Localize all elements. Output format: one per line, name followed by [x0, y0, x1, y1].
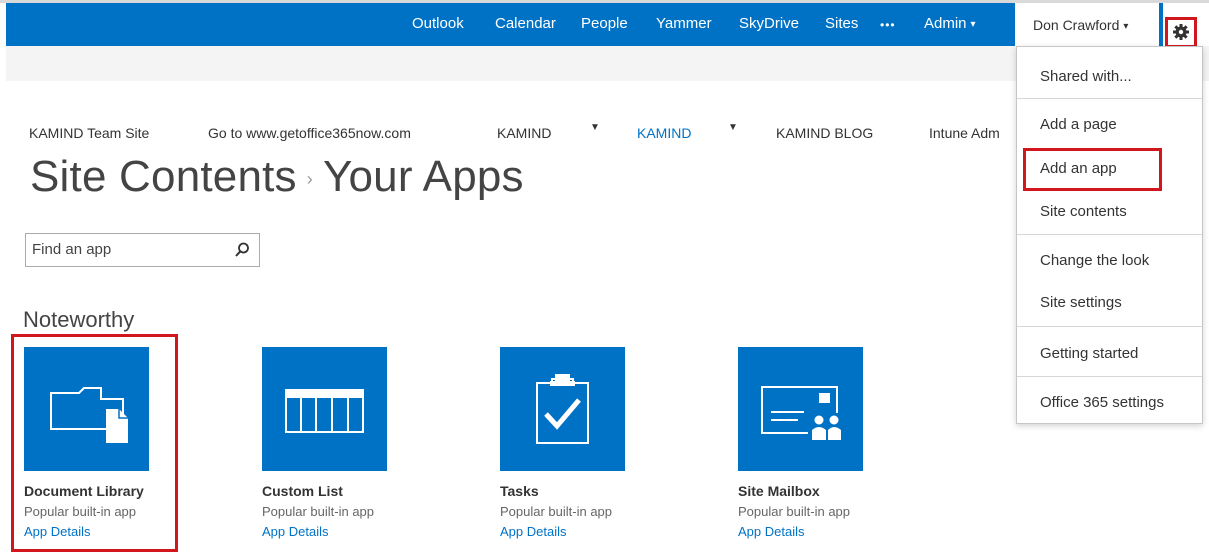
breadcrumb-site-contents[interactable]: Site Contents — [30, 152, 297, 201]
admin-label: Admin — [924, 15, 967, 32]
breadcrumb-separator: › — [306, 168, 313, 189]
user-menu-button[interactable]: Don Crawford ▾ — [1015, 3, 1159, 46]
topnav-item-kamind-1[interactable]: KAMIND — [497, 125, 551, 141]
app-tile-image[interactable] — [500, 347, 625, 471]
user-name: Don Crawford — [1033, 17, 1120, 33]
app-tile-custom-list[interactable]: Custom List Popular built-in app App Det… — [262, 347, 422, 539]
custom-list-icon — [285, 389, 364, 433]
chevron-down-icon[interactable]: ▼ — [728, 122, 738, 133]
menu-item-shared-with[interactable]: Shared with... — [1040, 68, 1132, 85]
app-tile-site-mailbox[interactable]: Site Mailbox Popular built-in app App De… — [738, 347, 898, 539]
suite-link-sites[interactable]: Sites — [825, 15, 858, 32]
page-title: Site Contents › Your Apps — [30, 152, 524, 202]
suite-link-skydrive[interactable]: SkyDrive — [739, 15, 799, 32]
menu-divider — [1017, 234, 1202, 235]
app-name[interactable]: Tasks — [500, 483, 660, 499]
app-subtitle: Popular built-in app — [262, 504, 375, 519]
suite-link-calendar[interactable]: Calendar — [495, 15, 556, 32]
topnav-item-getoffice365now[interactable]: Go to www.getoffice365now.com — [208, 125, 411, 141]
app-name[interactable]: Custom List — [262, 483, 422, 499]
user-name-container: Don Crawford ▾ — [1033, 17, 1128, 33]
topnav-item-intune[interactable]: Intune Adm — [929, 125, 1000, 141]
settings-button[interactable] — [1165, 17, 1197, 48]
chevron-down-icon[interactable]: ▼ — [590, 122, 600, 133]
gear-icon — [1173, 24, 1189, 40]
suite-link-admin[interactable]: Admin ▾ — [924, 15, 976, 32]
tasks-icon — [536, 374, 589, 444]
menu-divider — [1017, 98, 1202, 99]
site-mailbox-icon — [761, 386, 844, 444]
suite-link-people[interactable]: People — [581, 15, 628, 32]
chevron-down-icon: ▾ — [1123, 20, 1129, 32]
section-heading-noteworthy: Noteworthy — [23, 307, 135, 332]
topnav-item-team-site[interactable]: KAMIND Team Site — [29, 125, 149, 141]
menu-item-change-the-look[interactable]: Change the look — [1040, 252, 1149, 269]
app-tile-image[interactable] — [262, 347, 387, 471]
suite-link-outlook[interactable]: Outlook — [412, 15, 464, 32]
highlight-box-add-an-app — [1023, 148, 1162, 191]
app-tile-image[interactable] — [738, 347, 863, 471]
suite-link-yammer[interactable]: Yammer — [656, 15, 712, 32]
app-name[interactable]: Site Mailbox — [738, 483, 898, 499]
suite-more-button[interactable]: ••• — [880, 18, 896, 32]
menu-item-site-settings[interactable]: Site settings — [1040, 294, 1122, 311]
app-subtitle: Popular built-in app — [738, 504, 851, 519]
settings-gear-area — [1163, 3, 1209, 48]
highlight-box-document-library — [11, 334, 178, 552]
search-box — [25, 233, 260, 267]
search-icon[interactable] — [235, 242, 250, 258]
app-tile-tasks[interactable]: Tasks Popular built-in app App Details — [500, 347, 660, 539]
chevron-down-icon: ▾ — [970, 18, 976, 30]
menu-divider — [1017, 326, 1202, 327]
app-details-link[interactable]: App Details — [500, 524, 660, 539]
settings-menu: Shared with... Add a page Add an app Sit… — [1016, 46, 1203, 424]
app-subtitle: Popular built-in app — [500, 504, 613, 519]
menu-item-site-contents[interactable]: Site contents — [1040, 203, 1127, 220]
menu-divider — [1017, 376, 1202, 377]
menu-item-add-a-page[interactable]: Add a page — [1040, 116, 1117, 133]
topnav-item-kamind-2[interactable]: KAMIND — [637, 125, 691, 141]
menu-item-office365-settings[interactable]: Office 365 settings — [1040, 394, 1164, 411]
breadcrumb-your-apps: Your Apps — [322, 152, 524, 201]
menu-item-getting-started[interactable]: Getting started — [1040, 345, 1138, 362]
topnav-item-kamind-blog[interactable]: KAMIND BLOG — [776, 125, 873, 141]
app-details-link[interactable]: App Details — [738, 524, 898, 539]
app-details-link[interactable]: App Details — [262, 524, 422, 539]
search-input[interactable] — [32, 241, 222, 258]
